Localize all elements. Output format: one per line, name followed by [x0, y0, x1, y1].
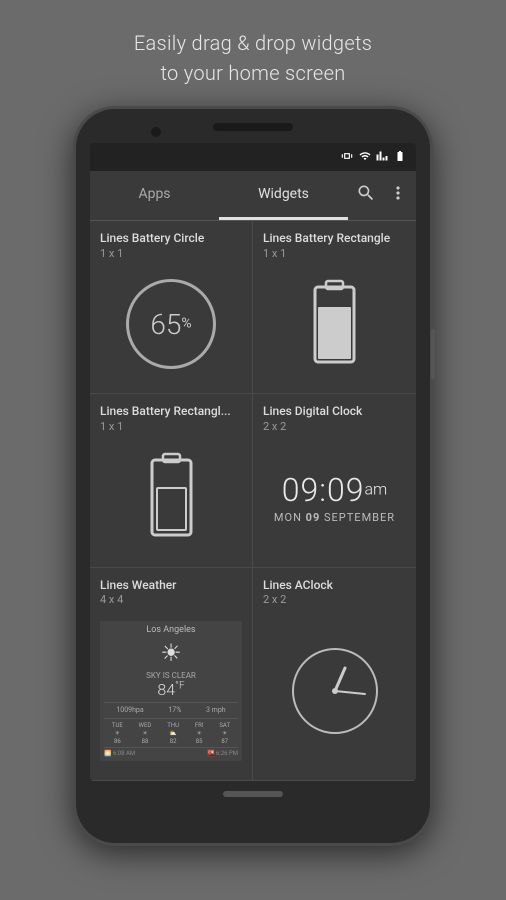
widget-preview-battery-circle: 65% — [100, 268, 242, 382]
widget-preview-analog-clock — [263, 614, 406, 768]
phone-side-button — [431, 329, 435, 379]
vibrate-icon — [340, 149, 354, 166]
widget-preview-weather: Los Angeles ☀ SKY IS CLEAR 84°F 1009hpa … — [100, 614, 242, 768]
status-bar — [90, 143, 416, 171]
sunrise-time: 🌅 6:08 AM — [104, 750, 135, 757]
widget-title-digital-clock: Lines Digital Clock — [263, 404, 406, 420]
digital-clock-date: MON 09 SEPTEMBER — [274, 511, 395, 524]
widget-title-battery-rect-empty: Lines Battery Rectangl... — [100, 404, 242, 420]
weather-wind: 3 mph — [206, 706, 226, 714]
tab-widgets-label: Widgets — [258, 186, 309, 202]
forecast-sat: SAT☀87 — [219, 722, 230, 745]
more-icon[interactable] — [388, 183, 408, 208]
widget-preview-battery-rect-full — [263, 268, 406, 382]
widget-cell-weather[interactable]: Lines Weather 4 x 4 Los Angeles ☀ SKY IS… — [90, 568, 253, 781]
weather-sun-times: 🌅 6:08 AM 🌇 6:26 PM — [104, 747, 238, 757]
weather-stats: 1009hpa 17% 3 mph — [104, 702, 238, 714]
weather-condition: SKY IS CLEAR — [104, 671, 238, 680]
phone-screen: Apps Widgets — [90, 143, 416, 781]
weather-temperature: 84°F — [104, 680, 238, 699]
widget-cell-battery-rect-empty[interactable]: Lines Battery Rectangl... 1 x 1 — [90, 394, 253, 567]
phone-outer: Apps Widgets — [73, 106, 433, 846]
widget-title-weather: Lines Weather — [100, 578, 242, 594]
forecast-tue: TUE☀86 — [112, 722, 123, 745]
status-icons — [340, 149, 408, 166]
widget-size-battery-rect-empty: 1 x 1 — [100, 420, 242, 433]
widget-cell-battery-rect-full[interactable]: Lines Battery Rectangle 1 x 1 — [253, 221, 416, 394]
digital-clock-time: 09:09am — [282, 471, 387, 509]
battery-rect-full-svg — [307, 277, 362, 372]
tab-widgets[interactable]: Widgets — [219, 171, 348, 220]
sunset-time: 🌇 6:26 PM — [207, 750, 238, 757]
phone-speaker — [213, 123, 293, 131]
widget-cell-analog-clock[interactable]: Lines AClock 2 x 2 — [253, 568, 416, 781]
tab-actions — [348, 171, 416, 220]
weather-pressure: 1009hpa — [116, 706, 143, 714]
search-icon[interactable] — [356, 183, 376, 208]
widget-cell-battery-circle[interactable]: Lines Battery Circle 1 x 1 65% — [90, 221, 253, 394]
widget-preview-digital-clock: 09:09am MON 09 SEPTEMBER — [263, 441, 406, 555]
weather-forecast: TUE☀86 WED☀88 THU⛅82 FRI☀85 SAT☀87 — [104, 718, 238, 745]
top-text-line1: Easily drag & drop widgets — [134, 31, 372, 55]
tab-apps[interactable]: Apps — [90, 171, 219, 220]
wifi-icon — [358, 150, 372, 165]
widget-title-battery-rect-full: Lines Battery Rectangle — [263, 231, 406, 247]
battery-rect-empty-svg — [144, 450, 199, 545]
forecast-fri: FRI☀85 — [195, 722, 204, 745]
analog-clock-svg — [290, 646, 380, 736]
widget-size-battery-circle: 1 x 1 — [100, 247, 242, 260]
weather-card: Los Angeles ☀ SKY IS CLEAR 84°F 1009hpa … — [100, 621, 242, 761]
battery-circle-shape: 65% — [126, 279, 216, 369]
widget-preview-battery-rect-empty — [100, 441, 242, 555]
widget-title-analog-clock: Lines AClock — [263, 578, 406, 594]
widget-size-analog-clock: 2 x 2 — [263, 593, 406, 606]
top-text: Easily drag & drop widgets to your home … — [134, 28, 372, 88]
top-text-line2: to your home screen — [160, 61, 345, 85]
widget-grid: Lines Battery Circle 1 x 1 65% Lines Bat… — [90, 221, 416, 781]
weather-city: Los Angeles — [104, 625, 238, 635]
battery-icon — [392, 150, 408, 165]
widget-size-battery-rect-full: 1 x 1 — [263, 247, 406, 260]
forecast-wed: WED☀88 — [139, 722, 152, 745]
tab-apps-label: Apps — [138, 186, 170, 202]
weather-humidity: 17% — [168, 706, 181, 714]
widget-size-weather: 4 x 4 — [100, 593, 242, 606]
tabs-bar: Apps Widgets — [90, 171, 416, 221]
widget-title-battery-circle: Lines Battery Circle — [100, 231, 242, 247]
widget-size-digital-clock: 2 x 2 — [263, 420, 406, 433]
widget-cell-digital-clock[interactable]: Lines Digital Clock 2 x 2 09:09am MON 09… — [253, 394, 416, 567]
battery-circle-value: 65% — [150, 308, 191, 341]
signal-icon — [376, 150, 388, 165]
weather-sun-icon: ☀ — [104, 639, 238, 667]
digital-clock-display: 09:09am MON 09 SEPTEMBER — [274, 471, 395, 524]
phone-home-indicator — [223, 791, 283, 797]
forecast-thu: THU⛅82 — [167, 722, 179, 745]
phone-camera — [151, 127, 161, 137]
